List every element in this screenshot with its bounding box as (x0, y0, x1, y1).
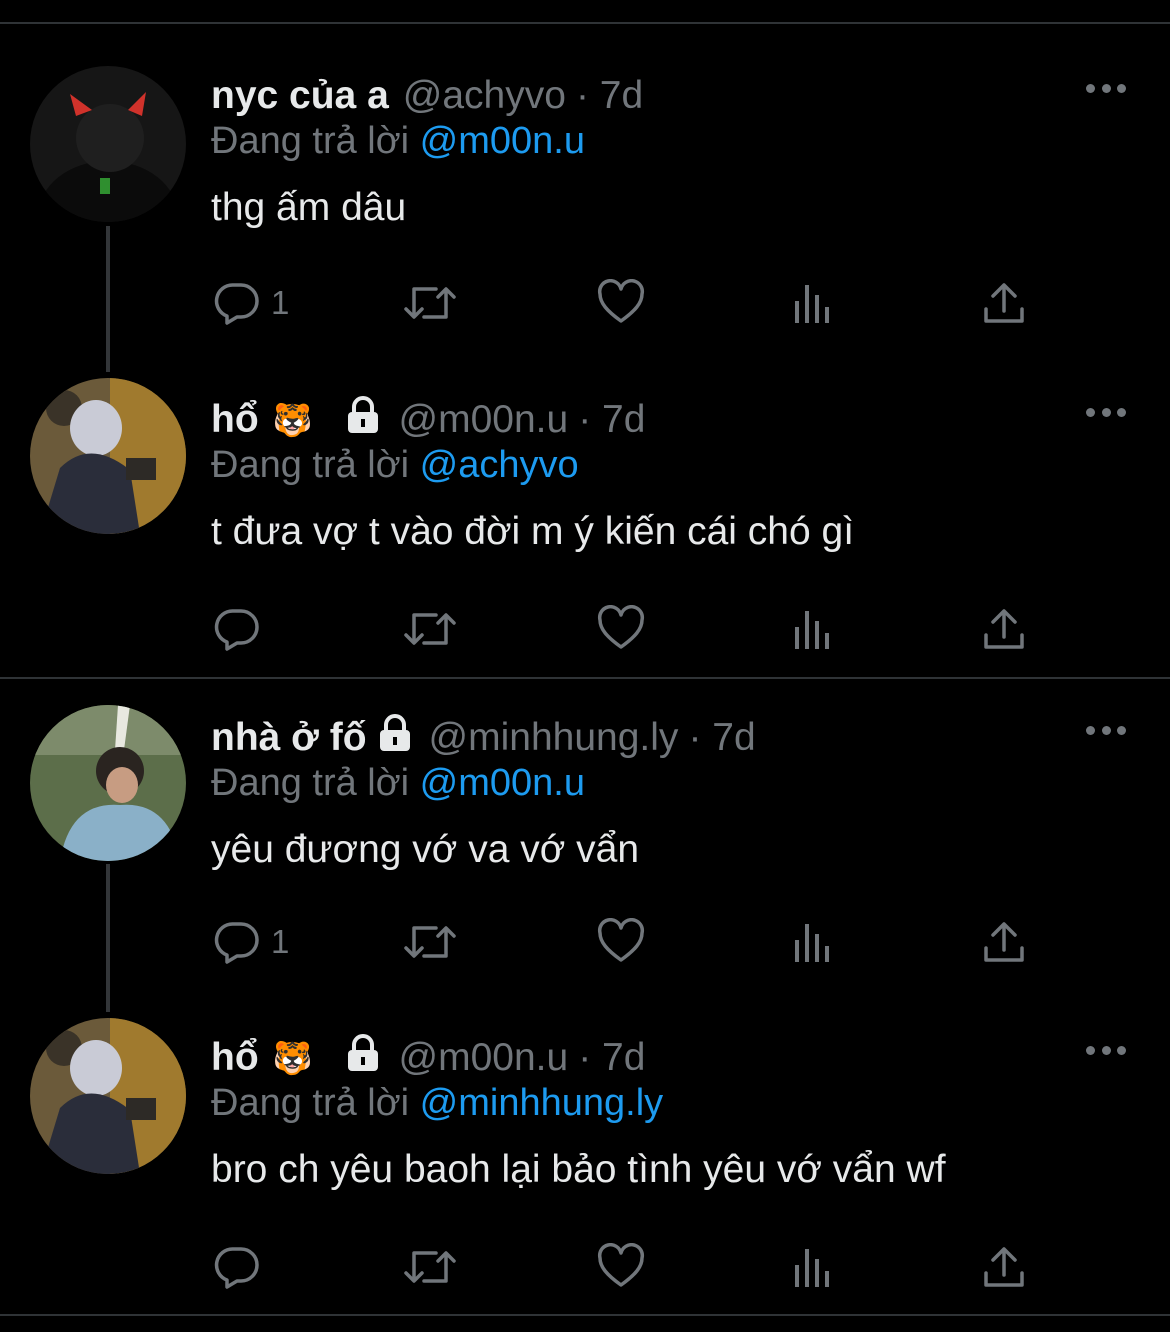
retweet-icon (404, 1251, 456, 1283)
views-icon (795, 611, 829, 649)
display-name[interactable]: hổ (211, 1036, 259, 1080)
top-divider (0, 22, 1170, 24)
handle[interactable]: @minhhung.ly (429, 716, 679, 760)
tiger-emoji: 🐯 (272, 1040, 313, 1076)
reply-button[interactable]: 1 (213, 917, 289, 967)
reply-icon (214, 609, 259, 651)
share-button[interactable] (982, 917, 1026, 967)
reply-icon (214, 283, 259, 325)
views-button[interactable] (792, 278, 834, 328)
retweet-button[interactable] (402, 1242, 458, 1292)
display-name[interactable]: nhà ở fố (211, 716, 367, 760)
timestamp[interactable]: · 7d (578, 398, 645, 442)
reply-button[interactable]: 1 (213, 278, 289, 328)
replying-mention[interactable]: @m00n.u (420, 120, 585, 162)
display-name[interactable]: hổ (211, 398, 259, 442)
replying-to: Đang trả lời @m00n.u (211, 762, 585, 805)
tweet-text: bro ch yêu baoh lại bảo tình yêu vớ vẩn … (211, 1148, 946, 1191)
share-button[interactable] (982, 278, 1026, 328)
avatar[interactable] (30, 705, 186, 861)
reply-button[interactable] (213, 1242, 271, 1292)
share-button[interactable] (982, 604, 1026, 654)
like-button[interactable] (597, 1242, 645, 1292)
tweet-actions (0, 604, 1170, 654)
reply-icon (214, 922, 259, 964)
lock-icon (343, 1033, 383, 1083)
more-icon[interactable] (1086, 1044, 1126, 1056)
avatar[interactable] (30, 1018, 186, 1174)
replying-to: Đang trả lời @m00n.u (211, 120, 585, 163)
heart-icon (597, 918, 645, 962)
more-icon[interactable] (1086, 406, 1126, 418)
lock-icon (343, 395, 383, 445)
views-button[interactable] (792, 604, 834, 654)
views-icon (795, 924, 829, 962)
tweet-text: thg ấm dâu (211, 186, 407, 229)
replying-prefix: Đang trả lời (211, 444, 410, 486)
handle[interactable]: @achyvo (403, 74, 566, 118)
more-icon[interactable] (1086, 82, 1126, 94)
reply-icon (214, 1247, 259, 1289)
tweet-actions (0, 1242, 1170, 1292)
views-icon (795, 285, 829, 323)
retweet-button[interactable] (402, 604, 458, 654)
retweet-icon (404, 287, 456, 319)
lock-icon (375, 713, 415, 763)
views-icon (795, 1249, 829, 1287)
tweet-text: yêu đương vớ va vớ vẩn (211, 828, 640, 871)
tweet-header: nhà ở fố @minhhung.ly · 7d (211, 708, 756, 768)
bottom-divider (0, 1314, 1170, 1316)
retweet-icon (404, 613, 456, 645)
heart-icon (597, 605, 645, 649)
reply-count: 1 (271, 284, 290, 321)
views-button[interactable] (792, 917, 834, 967)
share-icon (984, 283, 1024, 323)
avatar[interactable] (30, 66, 186, 222)
timestamp[interactable]: · 7d (688, 716, 755, 760)
tweet-actions: 1 (0, 278, 1170, 328)
handle[interactable]: @m00n.u (399, 1036, 569, 1080)
handle[interactable]: @m00n.u (399, 398, 569, 442)
retweet-button[interactable] (402, 278, 458, 328)
retweet-icon (404, 926, 456, 958)
share-button[interactable] (982, 1242, 1026, 1292)
reply-count: 1 (271, 923, 290, 960)
timestamp[interactable]: · 7d (578, 1036, 645, 1080)
replying-to: Đang trả lời @minhhung.ly (211, 1082, 663, 1125)
replying-prefix: Đang trả lời (211, 1082, 410, 1124)
replying-to: Đang trả lời @achyvo (211, 444, 579, 487)
views-button[interactable] (792, 1242, 834, 1292)
replying-prefix: Đang trả lời (211, 762, 410, 804)
thread-divider (0, 677, 1170, 679)
reply-button[interactable] (213, 604, 271, 654)
display-name[interactable]: nyc của a (211, 74, 389, 118)
replying-mention[interactable]: @minhhung.ly (420, 1082, 663, 1124)
like-button[interactable] (597, 278, 645, 328)
tweet-text: t đưa vợ t vào đời m ý kiến cái chó gì (211, 510, 855, 553)
more-icon[interactable] (1086, 724, 1126, 736)
tweet-header: hổ 🐯 @m00n.u · 7d (211, 390, 645, 450)
like-button[interactable] (597, 917, 645, 967)
tweet-actions: 1 (0, 917, 1170, 967)
like-button[interactable] (597, 604, 645, 654)
share-icon (984, 1247, 1024, 1287)
share-icon (984, 922, 1024, 962)
avatar[interactable] (30, 378, 186, 534)
tweet-header: hổ 🐯 @m00n.u · 7d (211, 1028, 645, 1088)
heart-icon (597, 1243, 645, 1287)
heart-icon (597, 279, 645, 323)
timestamp[interactable]: · 7d (576, 74, 643, 118)
replying-prefix: Đang trả lời (211, 120, 410, 162)
tweet-header: nyc của a @achyvo · 7d (211, 66, 643, 126)
retweet-button[interactable] (402, 917, 458, 967)
replying-mention[interactable]: @achyvo (420, 444, 579, 486)
share-icon (984, 609, 1024, 649)
replying-mention[interactable]: @m00n.u (420, 762, 585, 804)
tiger-emoji: 🐯 (272, 402, 313, 438)
